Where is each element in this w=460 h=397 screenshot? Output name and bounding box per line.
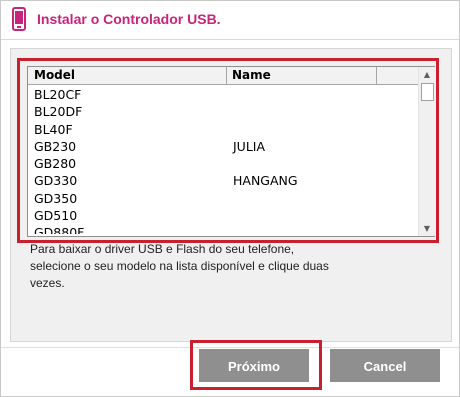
instructions-line-1: Para baixar o driver USB e Flash do seu … — [30, 242, 295, 256]
title-divider — [1, 39, 459, 40]
list-highlight-box — [17, 58, 439, 243]
dialog-title: Instalar o Controlador USB. — [37, 11, 221, 27]
cancel-button[interactable]: Cancel — [330, 349, 440, 382]
next-button-highlight-box — [190, 340, 322, 390]
title-bar: Instalar o Controlador USB. — [1, 1, 459, 39]
instructions-text: Para baixar o driver USB e Flash do seu … — [30, 241, 370, 292]
usb-driver-dialog: Instalar o Controlador USB. Model Name B… — [0, 0, 460, 397]
phone-icon — [12, 7, 26, 31]
instructions-line-2: selecione o seu modelo na lista disponív… — [30, 259, 329, 273]
instructions-line-3: vezes. — [30, 276, 65, 290]
